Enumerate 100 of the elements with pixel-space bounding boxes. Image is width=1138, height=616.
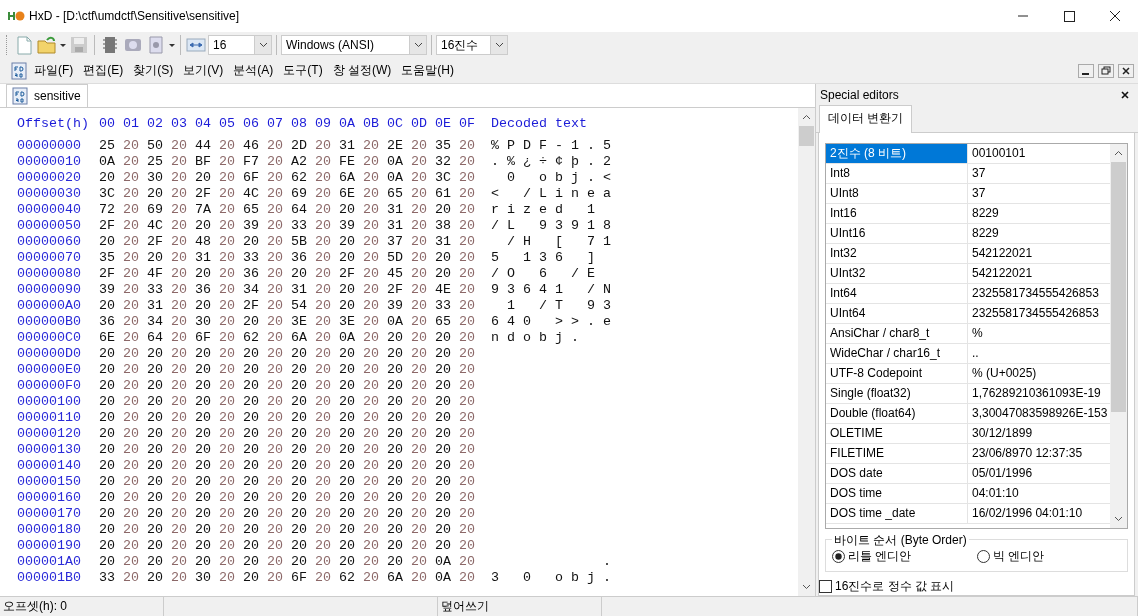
table-cell[interactable]: 05/01/1996 (968, 464, 1110, 483)
decoded-text[interactable]: 5 1 3 6 ] (491, 250, 595, 266)
hex-byte[interactable]: 20 (411, 474, 435, 490)
hex-byte[interactable]: 20 (315, 474, 339, 490)
hex-byte[interactable]: 20 (435, 506, 459, 522)
hex-byte[interactable]: 20 (363, 186, 387, 202)
hex-byte[interactable]: 20 (459, 554, 483, 570)
hex-byte[interactable]: 46 (243, 138, 267, 154)
hex-byte[interactable]: 20 (339, 250, 363, 266)
hex-byte[interactable]: 20 (363, 346, 387, 362)
hex-byte[interactable]: 20 (147, 442, 171, 458)
hex-byte[interactable]: 20 (99, 442, 123, 458)
hex-byte[interactable]: 6F (291, 570, 315, 586)
hex-byte[interactable]: 20 (147, 346, 171, 362)
hex-byte[interactable]: 20 (123, 426, 147, 442)
hex-byte[interactable]: 20 (411, 298, 435, 314)
hex-byte[interactable]: 20 (291, 410, 315, 426)
hex-byte[interactable]: 20 (315, 346, 339, 362)
hex-byte[interactable]: 20 (171, 170, 195, 186)
hex-byte[interactable]: 20 (435, 266, 459, 282)
hex-byte[interactable]: 20 (123, 410, 147, 426)
hex-byte[interactable]: 20 (411, 458, 435, 474)
hex-byte[interactable]: 20 (267, 282, 291, 298)
hex-byte[interactable]: 20 (363, 314, 387, 330)
hex-byte[interactable]: 20 (315, 362, 339, 378)
hex-byte[interactable]: 20 (363, 218, 387, 234)
hex-byte[interactable]: 35 (435, 138, 459, 154)
hex-byte[interactable]: 20 (363, 522, 387, 538)
hex-byte[interactable]: 20 (195, 522, 219, 538)
hex-byte[interactable]: 20 (363, 490, 387, 506)
hex-byte[interactable]: 39 (99, 282, 123, 298)
hex-byte[interactable]: 20 (195, 218, 219, 234)
table-cell[interactable]: 37 (968, 184, 1110, 203)
close-icon[interactable] (1120, 89, 1130, 100)
table-cell[interactable]: DOS date (826, 464, 968, 483)
hex-byte[interactable]: 2F (243, 298, 267, 314)
decoded-text[interactable]: / L 9 3 9 1 8 (491, 218, 611, 234)
hex-byte[interactable]: 20 (99, 298, 123, 314)
menu-item[interactable]: 창 설정(W) (328, 60, 396, 81)
hex-byte[interactable]: 20 (243, 314, 267, 330)
hex-byte[interactable]: 20 (435, 362, 459, 378)
hex-byte[interactable]: 20 (315, 378, 339, 394)
hex-byte[interactable]: 20 (363, 442, 387, 458)
hex-byte[interactable]: 20 (291, 346, 315, 362)
hex-byte[interactable]: 20 (147, 458, 171, 474)
hex-byte[interactable]: 20 (363, 330, 387, 346)
hex-byte[interactable]: 0A (387, 154, 411, 170)
hex-byte[interactable]: 20 (99, 378, 123, 394)
hex-byte[interactable]: 20 (363, 202, 387, 218)
hex-byte[interactable]: 20 (123, 362, 147, 378)
hex-byte[interactable]: 62 (291, 170, 315, 186)
table-cell[interactable]: 3,30047083598926E-153 (968, 404, 1110, 423)
hex-byte[interactable]: 20 (195, 426, 219, 442)
hex-byte[interactable]: 20 (267, 170, 291, 186)
decoded-text[interactable]: . % ¿ ÷ ¢ þ . 2 (491, 154, 611, 170)
hex-byte[interactable]: 20 (267, 426, 291, 442)
hex-byte[interactable]: 20 (363, 282, 387, 298)
number-base-dropdown[interactable]: 16진수 (436, 35, 508, 55)
hex-byte[interactable]: 36 (291, 250, 315, 266)
scrollbar-thumb[interactable] (799, 126, 814, 146)
hex-byte[interactable]: 20 (123, 234, 147, 250)
hex-byte[interactable]: 20 (147, 250, 171, 266)
hex-byte[interactable]: 20 (459, 394, 483, 410)
hex-byte[interactable]: 20 (315, 490, 339, 506)
hex-byte[interactable]: 20 (339, 538, 363, 554)
hex-byte[interactable]: 20 (267, 218, 291, 234)
hex-byte[interactable]: 20 (195, 266, 219, 282)
hex-byte[interactable]: 62 (243, 330, 267, 346)
hex-byte[interactable]: 31 (435, 234, 459, 250)
checkbox[interactable]: 16진수로 정수 값 표시 (819, 578, 1128, 595)
hex-byte[interactable]: 20 (363, 266, 387, 282)
hex-byte[interactable]: 5B (291, 234, 315, 250)
hex-byte[interactable]: 20 (291, 554, 315, 570)
hex-byte[interactable]: 20 (219, 458, 243, 474)
hex-byte[interactable]: 44 (195, 138, 219, 154)
hex-byte[interactable]: 20 (123, 474, 147, 490)
hex-byte[interactable]: 20 (243, 410, 267, 426)
hex-byte[interactable]: 20 (411, 394, 435, 410)
hex-byte[interactable]: 34 (243, 282, 267, 298)
hex-byte[interactable]: 20 (459, 330, 483, 346)
hex-byte[interactable]: 20 (363, 170, 387, 186)
hex-byte[interactable]: 37 (387, 234, 411, 250)
hex-byte[interactable]: 20 (219, 570, 243, 586)
hex-byte[interactable]: 34 (147, 314, 171, 330)
hex-byte[interactable]: 20 (243, 378, 267, 394)
hex-byte[interactable]: 20 (411, 330, 435, 346)
menu-item[interactable]: 도구(T) (279, 60, 327, 81)
menu-item[interactable]: 편집(E) (79, 60, 128, 81)
hex-byte[interactable]: 20 (219, 202, 243, 218)
decoded-text[interactable]: / H [ 7 1 (491, 234, 611, 250)
hex-byte[interactable]: 20 (243, 426, 267, 442)
hex-byte[interactable]: 20 (363, 458, 387, 474)
hex-byte[interactable]: 20 (171, 426, 195, 442)
hex-byte[interactable]: 20 (291, 266, 315, 282)
hex-byte[interactable]: 72 (99, 202, 123, 218)
hex-byte[interactable]: 20 (171, 394, 195, 410)
hex-byte[interactable]: 20 (459, 186, 483, 202)
hex-byte[interactable]: 20 (267, 522, 291, 538)
hex-byte[interactable]: 20 (315, 266, 339, 282)
hex-byte[interactable]: 20 (219, 554, 243, 570)
